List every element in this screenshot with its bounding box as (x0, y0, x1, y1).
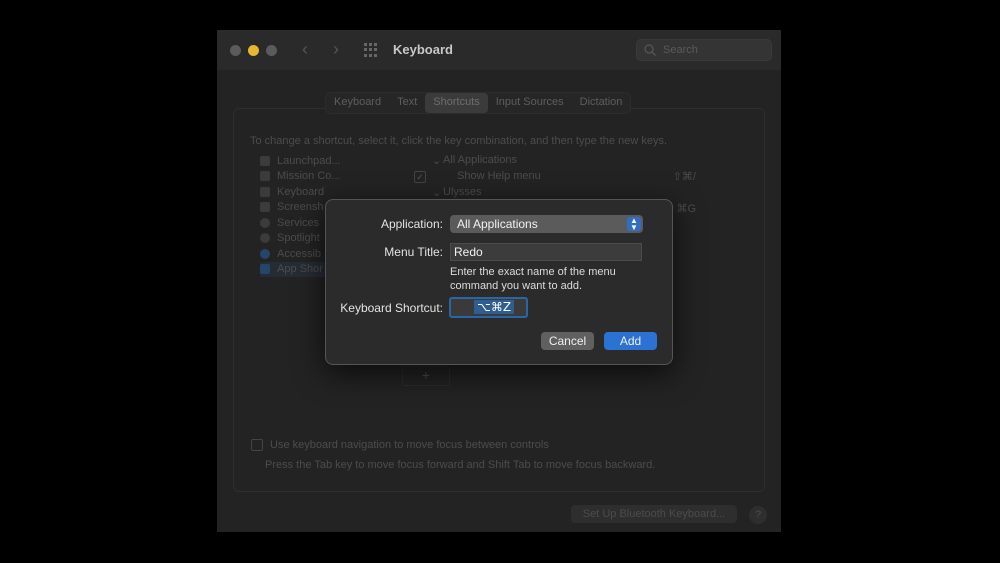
category-label: Launchpad... (277, 154, 341, 167)
category-label: Screensh (277, 201, 324, 214)
shortcut-keys: ⇧⌘/ (672, 171, 696, 183)
window-title: Keyboard (393, 42, 453, 57)
category-label: Mission Co... (277, 170, 341, 183)
application-label: Application: (380, 217, 443, 231)
accessibility-icon (260, 248, 270, 259)
keyboard-shortcut-field[interactable]: ⌥⌘Z (449, 297, 528, 318)
category-launchpad[interactable]: Launchpad... (260, 153, 400, 169)
keyboard-icon (260, 186, 270, 197)
menu-title-help-text: Enter the exact name of the menu command… (450, 266, 616, 292)
zoom-button[interactable] (266, 45, 277, 56)
tab-keyboard[interactable]: Keyboard (326, 93, 389, 113)
tab-input-sources[interactable]: Input Sources (488, 93, 572, 113)
tab-bar: Keyboard Text Shortcuts Input Sources Di… (325, 92, 632, 114)
application-value: All Applications (457, 217, 538, 231)
spotlight-icon (260, 233, 270, 244)
popup-arrows-icon: ▲ ▼ (627, 217, 641, 232)
menu-title-field[interactable]: Redo (450, 243, 642, 261)
application-popup[interactable]: All Applications ▲ ▼ (450, 215, 643, 233)
category-label: Services (277, 216, 320, 229)
setup-bluetooth-keyboard-button[interactable]: Set Up Bluetooth Keyboard... (571, 505, 737, 523)
menu-title-label: Menu Title: (384, 245, 443, 259)
app-shortcuts-icon (260, 264, 270, 275)
keyboard-navigation-row[interactable]: Use keyboard navigation to move focus be… (251, 439, 549, 451)
category-label: Keyboard (277, 185, 325, 198)
keyboard-navigation-description: Press the Tab key to move focus forward … (265, 459, 656, 471)
search-field[interactable]: Search (636, 39, 772, 61)
cancel-button[interactable]: Cancel (541, 332, 594, 350)
keyboard-navigation-checkbox[interactable] (251, 439, 263, 451)
launchpad-icon (260, 155, 270, 166)
keyboard-shortcut-label: Keyboard Shortcut: (340, 301, 443, 315)
tab-text[interactable]: Text (389, 93, 425, 113)
category-mission-control[interactable]: Mission Co... (260, 169, 400, 185)
add-shortcut-button[interactable]: + (422, 367, 430, 383)
disclosure-icon: ⌄ (432, 155, 442, 167)
screenshot-icon (260, 202, 270, 213)
back-arrow-icon[interactable]: ‹ (302, 39, 308, 60)
tree-item-show-help-menu[interactable]: ✓ Show Help menu ⇧⌘/ (414, 169, 714, 185)
minimize-button[interactable] (248, 45, 259, 56)
add-button[interactable]: Add (604, 332, 657, 350)
title-bar: ‹ › Keyboard Search (217, 30, 781, 70)
category-label: Spotlight (277, 232, 320, 245)
tab-shortcuts[interactable]: Shortcuts (425, 93, 488, 113)
forward-arrow-icon[interactable]: › (333, 39, 339, 60)
keyboard-shortcut-value: ⌥⌘Z (474, 300, 515, 314)
group-label: All Applications (443, 154, 517, 166)
shortcut-keys: ⌘G (676, 203, 696, 215)
menu-title-value: Redo (454, 245, 483, 259)
mission-control-icon (260, 171, 270, 182)
shortcut-label: Show Help menu (457, 170, 541, 182)
disclosure-icon: ⌄ (432, 187, 442, 199)
show-all-grid-icon[interactable] (364, 43, 378, 57)
search-placeholder: Search (663, 44, 698, 56)
group-label: Ulysses (443, 186, 482, 198)
add-shortcut-dialog: Application: All Applications ▲ ▼ Menu Ti… (325, 199, 673, 365)
category-label: App Shor (277, 263, 323, 276)
tab-dictation[interactable]: Dictation (572, 93, 631, 113)
add-remove-control[interactable]: + (402, 366, 450, 386)
category-keyboard[interactable]: Keyboard (260, 184, 400, 200)
search-icon (644, 44, 656, 56)
instructions-text: To change a shortcut, select it, click t… (250, 135, 668, 147)
tree-group-all-applications[interactable]: ⌄ All Applications (414, 153, 714, 169)
keyboard-navigation-label: Use keyboard navigation to move focus be… (270, 439, 549, 451)
gear-icon (260, 217, 270, 228)
shortcut-checkbox[interactable]: ✓ (414, 171, 426, 183)
help-button[interactable]: ? (749, 506, 767, 524)
close-button[interactable] (230, 45, 241, 56)
category-label: Accessib (277, 247, 322, 260)
